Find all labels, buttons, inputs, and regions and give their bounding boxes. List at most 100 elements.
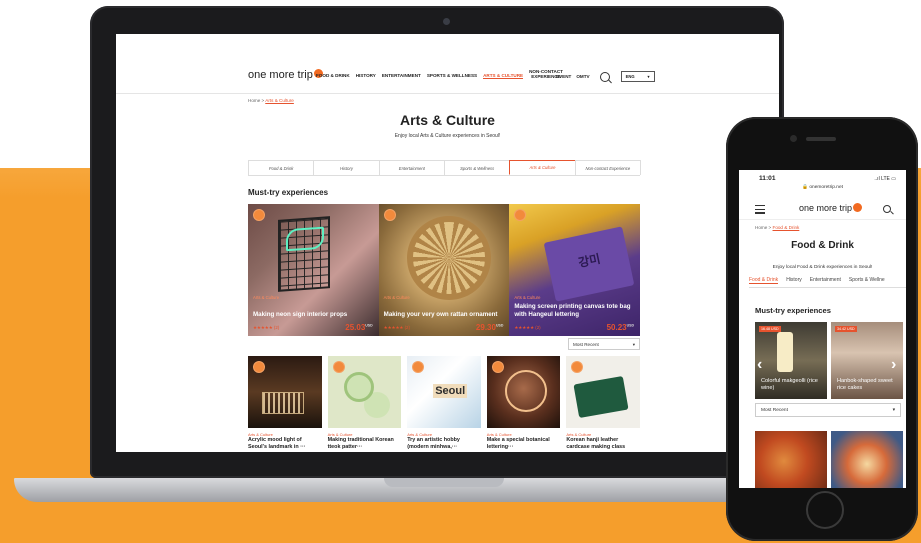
site-logo[interactable]: one more trip xyxy=(799,203,863,213)
list-item[interactable] xyxy=(831,431,903,488)
sun-logo-icon xyxy=(253,209,265,221)
breadcrumb-separator: > xyxy=(261,98,265,103)
card-category: Arts & Culture xyxy=(383,295,410,300)
search-icon[interactable] xyxy=(599,71,610,82)
card-price-value: 25.03 xyxy=(345,323,366,332)
sort-select[interactable]: Most Recent ▾ xyxy=(568,338,640,350)
list-item[interactable]: Arts & Culture Making traditional Korean… xyxy=(327,356,402,450)
card-category: Arts & Culture xyxy=(514,295,541,300)
card-price: 25.03USD xyxy=(345,323,372,332)
card-title: Making traditional Korean tteok patter··… xyxy=(327,437,394,450)
address-bar[interactable]: 🔒 onemoretrip.net xyxy=(739,185,906,190)
tab-entertainment[interactable]: Entertainment xyxy=(810,277,841,284)
chevron-down-icon: ▾ xyxy=(892,408,895,413)
breadcrumb-home[interactable]: Home xyxy=(755,225,767,230)
list-item[interactable]: Arts & Culture Make a special botanical … xyxy=(486,356,561,450)
chevron-down-icon: ▾ xyxy=(632,342,635,347)
status-time: 11:01 xyxy=(759,175,776,182)
featured-cards: Arts & Culture Making neon sign interior… xyxy=(248,204,641,336)
breadcrumb-home[interactable]: Home xyxy=(248,98,260,103)
tab-food-drink[interactable]: Food & Drink xyxy=(248,160,315,175)
breadcrumb-current[interactable]: Arts & Culture xyxy=(265,98,294,103)
phone-camera-icon xyxy=(790,135,797,142)
list-item[interactable]: Arts & Culture Korean hanji leather card… xyxy=(566,356,640,450)
carousel-next-icon[interactable]: › xyxy=(891,356,896,374)
nav-item-history[interactable]: HISTORY xyxy=(356,73,376,79)
sun-logo-icon xyxy=(853,203,863,212)
tab-entertainment[interactable]: Entertainment xyxy=(378,160,445,175)
desktop-nav-right: EVENT OMTV ENG ▾ xyxy=(556,71,655,82)
tab-history[interactable]: History xyxy=(313,160,380,175)
sort-select[interactable]: Most Recent ▾ xyxy=(755,403,901,417)
stage: one more trip FOOD & DRINK HISTORY ENTER… xyxy=(0,0,921,543)
language-value: ENG xyxy=(625,74,635,79)
sun-logo-icon xyxy=(514,209,527,221)
card-price-unit: USD xyxy=(365,323,373,328)
card-rating: ★★★★★ (2) xyxy=(514,325,541,330)
phone-speaker xyxy=(806,137,836,141)
carousel-prev-icon[interactable]: ‹ xyxy=(757,356,762,374)
card-price: 50.23USD xyxy=(607,323,634,332)
sun-logo-icon xyxy=(383,209,396,221)
card-price-unit: USD xyxy=(495,323,504,328)
section-title: Must-try experiences xyxy=(755,306,831,315)
rattan-image xyxy=(406,216,491,300)
sort-value: Most Recent xyxy=(573,342,599,347)
screen-print-image xyxy=(543,226,635,302)
page-title: Arts & Culture xyxy=(400,112,495,128)
language-select[interactable]: ENG ▾ xyxy=(620,71,655,82)
carousel-card[interactable]: 16.48 USD Colorful makgeolli (rice wine) xyxy=(755,322,827,399)
price-tag: 16.48 USD xyxy=(759,326,781,332)
home-button[interactable] xyxy=(806,491,844,529)
card-image xyxy=(486,356,561,428)
nav-omtv[interactable]: OMTV xyxy=(576,74,589,79)
card-title: Korean hanji leather cardcase making cla… xyxy=(566,437,626,450)
nav-item-sports-wellness[interactable]: SPORTS & WELLNESS xyxy=(427,73,477,79)
featured-card[interactable]: Arts & Culture Making screen printing ca… xyxy=(509,204,641,336)
card-price-unit: USD xyxy=(626,323,635,328)
status-signal: ..ıl LTE ▭ xyxy=(874,176,896,182)
nav-item-food-drink[interactable]: FOOD & DRINK xyxy=(316,73,350,79)
tab-arts-culture[interactable]: Arts & Culture xyxy=(509,160,576,175)
list-item[interactable]: Arts & Culture Acrylic mood light of Seo… xyxy=(248,356,322,450)
list-item[interactable]: Arts & Culture Try an artistic hobby (mo… xyxy=(407,356,481,450)
experience-list xyxy=(755,431,906,488)
card-title: Hanbok-shaped sweet rice cakes xyxy=(837,378,893,391)
card-title: Try an artistic hobby (modern minhwa,··· xyxy=(407,437,460,450)
tab-food-drink[interactable]: Food & Drink xyxy=(749,277,779,284)
card-rating: ★★★★★ (2) xyxy=(253,325,280,330)
page-subtitle: Enjoy local Arts & Culture experiences i… xyxy=(394,133,501,139)
phone-screen: 11:01 ..ıl LTE ▭ 🔒 onemoretrip.net one m… xyxy=(739,170,906,488)
sun-logo-icon xyxy=(491,361,504,373)
section-title: Must-try experiences xyxy=(248,188,329,197)
page-subtitle: Enjoy local Food & Drink experiences in … xyxy=(772,265,873,270)
menu-icon[interactable] xyxy=(755,205,765,216)
nav-item-entertainment[interactable]: ENTERTAINMENT xyxy=(382,73,421,79)
search-icon[interactable] xyxy=(883,205,891,213)
list-item[interactable] xyxy=(755,431,827,488)
breadcrumb-current[interactable]: Food & Drink xyxy=(773,225,800,230)
tab-sports-wellness[interactable]: Sports & Wellness xyxy=(443,160,511,175)
site-logo[interactable]: one more trip xyxy=(248,69,323,81)
tab-sports-wellness[interactable]: Sports & Wellne xyxy=(849,277,885,284)
nav-event[interactable]: EVENT xyxy=(556,74,571,79)
category-tabs: Food & Drink History Entertainment Sport… xyxy=(248,160,641,176)
featured-card[interactable]: Arts & Culture Making your very own ratt… xyxy=(378,204,510,336)
category-tabs: Food & Drink History Entertainment Sport… xyxy=(749,277,906,288)
desktop-menu: FOOD & DRINK HISTORY ENTERTAINMENT SPORT… xyxy=(316,69,563,79)
tab-non-contact[interactable]: Non-contact Experience xyxy=(574,160,641,175)
breadcrumb: Home > Food & Drink xyxy=(755,225,799,230)
nav-item-arts-culture[interactable]: ARTS & CULTURE xyxy=(483,73,524,79)
laptop-notch xyxy=(384,478,504,487)
card-price-value: 29.30 xyxy=(475,323,496,332)
card-title: Making your very own rattan ornament xyxy=(383,310,498,318)
card-title: Acrylic mood light of Seoul's landmark i… xyxy=(248,437,306,450)
laptop-screen: one more trip FOOD & DRINK HISTORY ENTER… xyxy=(116,34,779,452)
neon-sign-image xyxy=(278,216,330,292)
tab-history[interactable]: History xyxy=(786,277,802,284)
price-tag: 34.42 USD xyxy=(835,326,857,332)
page-title: Food & Drink xyxy=(791,240,854,251)
sun-logo-icon xyxy=(253,361,265,373)
featured-card[interactable]: Arts & Culture Making neon sign interior… xyxy=(248,204,379,336)
breadcrumb: Home > Arts & Culture xyxy=(248,98,294,103)
